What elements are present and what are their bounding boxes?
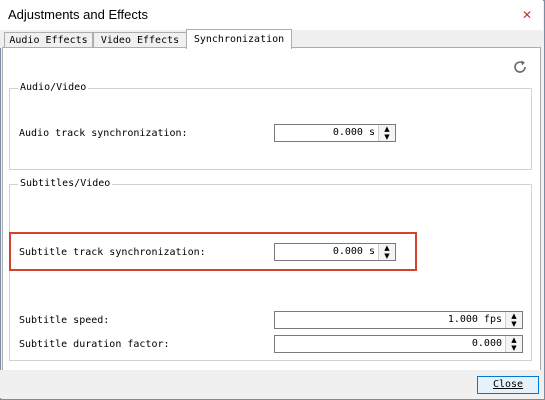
- close-button[interactable]: Close: [477, 376, 539, 394]
- tab-synchronization[interactable]: Synchronization: [186, 29, 292, 49]
- subtitle-sync-spinbox[interactable]: 0.000 s ▲ ▼: [274, 243, 396, 261]
- button-bar: [0, 370, 543, 398]
- spin-down-icon[interactable]: ▼: [506, 320, 522, 328]
- tab-audio-effects[interactable]: Audio Effects: [4, 32, 93, 48]
- tab-video-effects[interactable]: Video Effects: [93, 32, 187, 48]
- audio-sync-label: Audio track synchronization:: [19, 128, 188, 139]
- spin-up-icon[interactable]: ▲: [379, 125, 395, 133]
- window-title: Adjustments and Effects: [8, 7, 148, 22]
- spin-up-icon[interactable]: ▲: [506, 336, 522, 344]
- audio-sync-value: 0.000 s: [332, 127, 375, 138]
- subtitle-speed-label: Subtitle speed:: [19, 315, 110, 326]
- spin-down-icon[interactable]: ▼: [506, 344, 522, 352]
- subtitles-video-group-title: Subtitles/Video: [18, 178, 113, 189]
- subtitle-sync-label: Subtitle track synchronization:: [19, 247, 206, 258]
- subtitle-duration-spinbox[interactable]: 0.000 ▲ ▼: [274, 335, 523, 353]
- subtitle-speed-value: 1.000 fps: [447, 314, 502, 325]
- spin-up-icon[interactable]: ▲: [506, 312, 522, 320]
- close-window-icon[interactable]: ✕: [518, 6, 536, 24]
- spin-down-icon[interactable]: ▼: [379, 252, 395, 260]
- subtitle-duration-label: Subtitle duration factor:: [19, 339, 170, 350]
- audio-video-group-title: Audio/Video: [18, 82, 89, 93]
- subtitle-sync-spin-buttons[interactable]: ▲ ▼: [378, 244, 395, 260]
- close-button-label: Close: [492, 379, 524, 390]
- subtitle-speed-spin-buttons[interactable]: ▲ ▼: [505, 312, 522, 328]
- subtitle-sync-value: 0.000 s: [332, 246, 375, 257]
- audio-sync-spinbox[interactable]: 0.000 s ▲ ▼: [274, 124, 396, 142]
- title-bar: Adjustments and Effects ✕: [0, 0, 543, 30]
- subtitle-speed-spinbox[interactable]: 1.000 fps ▲ ▼: [274, 311, 523, 329]
- spin-down-icon[interactable]: ▼: [379, 133, 395, 141]
- subtitle-duration-spin-buttons[interactable]: ▲ ▼: [505, 336, 522, 352]
- refresh-icon[interactable]: [512, 59, 528, 75]
- spin-up-icon[interactable]: ▲: [379, 244, 395, 252]
- subtitle-duration-value: 0.000: [471, 338, 502, 349]
- audio-sync-spin-buttons[interactable]: ▲ ▼: [378, 125, 395, 141]
